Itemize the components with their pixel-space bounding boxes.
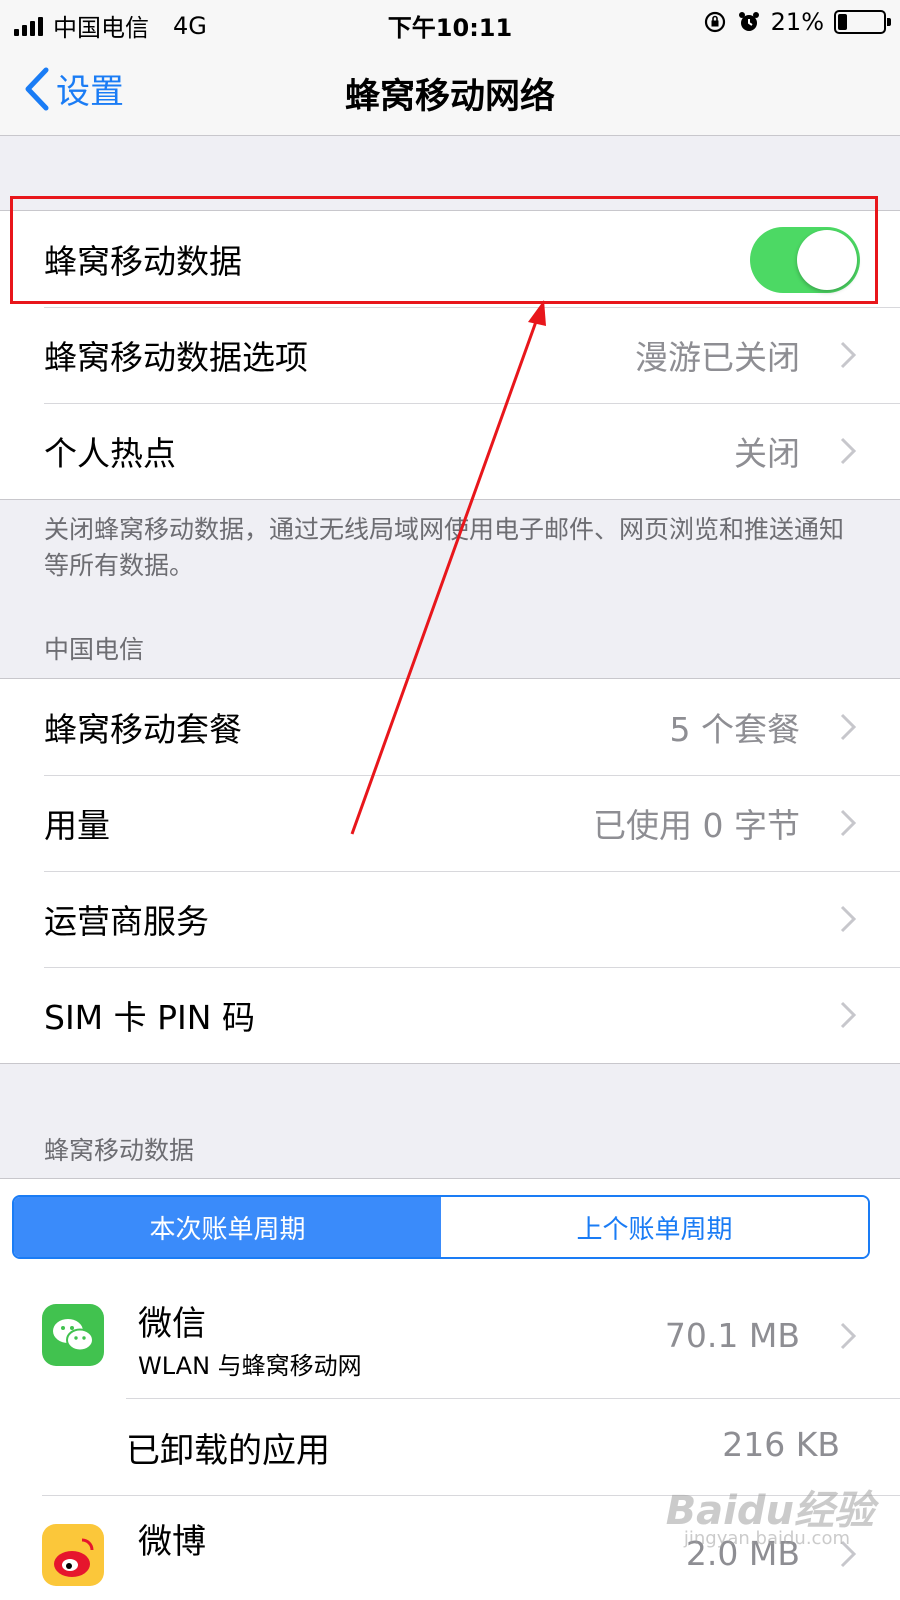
carrier-services-row[interactable]: 运营商服务: [0, 871, 900, 967]
app-name: 微博: [138, 1522, 206, 1562]
sim-pin-row[interactable]: SIM 卡 PIN 码: [0, 967, 900, 1063]
chevron-right-icon: [840, 341, 856, 369]
billing-period-container: 本次账单周期 上个账单周期: [0, 1178, 900, 1274]
roaming-status-value: 漫游已关闭: [635, 338, 800, 377]
cellular-plans-value: 5 个套餐: [669, 710, 801, 749]
chevron-right-icon: [840, 809, 856, 837]
cellular-settings-group: 蜂窝移动数据 蜂窝移动数据选项 漫游已关闭 个人热点 关闭: [0, 210, 900, 500]
status-right: 21%: [703, 8, 891, 36]
personal-hotspot-row[interactable]: 个人热点 关闭: [0, 403, 900, 499]
alarm-icon: [738, 12, 759, 31]
hotspot-status-value: 关闭: [734, 434, 800, 473]
chevron-right-icon: [840, 713, 856, 741]
billing-period-segmented-control: 本次账单周期 上个账单周期: [12, 1195, 870, 1259]
chevron-right-icon: [840, 1001, 856, 1029]
toggle-knob: [797, 230, 857, 290]
cellular-data-row: 蜂窝移动数据: [0, 211, 900, 307]
status-bar: 中国电信 4G 下午10:11 21%: [0, 0, 900, 44]
battery-percentage: 21%: [770, 8, 824, 36]
app-subtitle: WLAN 与蜂窝移动网: [138, 1352, 362, 1380]
weibo-icon: [42, 1524, 104, 1586]
cellular-plans-row[interactable]: 蜂窝移动套餐 5 个套餐: [0, 679, 900, 775]
rotation-lock-icon: [704, 11, 725, 33]
baidu-watermark-url: jingyan.baidu.com: [683, 1528, 850, 1549]
chevron-right-icon: [840, 1322, 856, 1350]
usage-value: 已使用 0 字节: [593, 806, 800, 845]
app-data-size: 216 KB: [722, 1425, 840, 1464]
navigation-bar: 设置 蜂窝移动网络: [0, 44, 900, 136]
app-data-size: 70.1 MB: [664, 1316, 800, 1355]
cellular-data-toggle[interactable]: [750, 227, 860, 293]
carrier-settings-group: 蜂窝移动套餐 5 个套餐 用量 已使用 0 字节 运营商服务 SIM 卡 PIN…: [0, 678, 900, 1064]
carrier-section-header: 中国电信: [44, 635, 145, 664]
cellular-data-footer-note: 关闭蜂窝移动数据，通过无线局域网使用电子邮件、网页浏览和推送通知等所有数据。: [44, 515, 845, 580]
wechat-icon: [42, 1304, 104, 1366]
chevron-right-icon: [840, 905, 856, 933]
usage-row[interactable]: 用量 已使用 0 字节: [0, 775, 900, 871]
usage-section-header: 蜂窝移动数据: [44, 1136, 195, 1165]
personal-hotspot-label: 个人热点: [44, 434, 176, 473]
cellular-plans-label: 蜂窝移动套餐: [44, 710, 242, 749]
sim-pin-label: SIM 卡 PIN 码: [44, 998, 255, 1037]
app-name: 已卸载的应用: [126, 1431, 330, 1471]
segment-previous-period[interactable]: 上个账单周期: [441, 1197, 868, 1257]
battery-level-fill: [838, 14, 848, 30]
app-usage-list: 微信 WLAN 与蜂窝移动网 70.1 MB 已卸载的应用 216 KB 微博 …: [0, 1274, 900, 1600]
app-row-wechat[interactable]: 微信 WLAN 与蜂窝移动网 70.1 MB: [0, 1274, 900, 1398]
chevron-right-icon: [840, 437, 856, 465]
battery-icon: [834, 10, 891, 34]
cellular-data-options-row[interactable]: 蜂窝移动数据选项 漫游已关闭: [0, 307, 900, 403]
segment-current-period[interactable]: 本次账单周期: [14, 1197, 441, 1257]
app-name: 微信: [138, 1304, 206, 1344]
usage-label: 用量: [44, 806, 110, 845]
carrier-services-label: 运营商服务: [44, 902, 209, 941]
page-title: 蜂窝移动网络: [344, 77, 555, 117]
cellular-data-label: 蜂窝移动数据: [44, 242, 242, 281]
cellular-data-options-label: 蜂窝移动数据选项: [44, 338, 308, 377]
